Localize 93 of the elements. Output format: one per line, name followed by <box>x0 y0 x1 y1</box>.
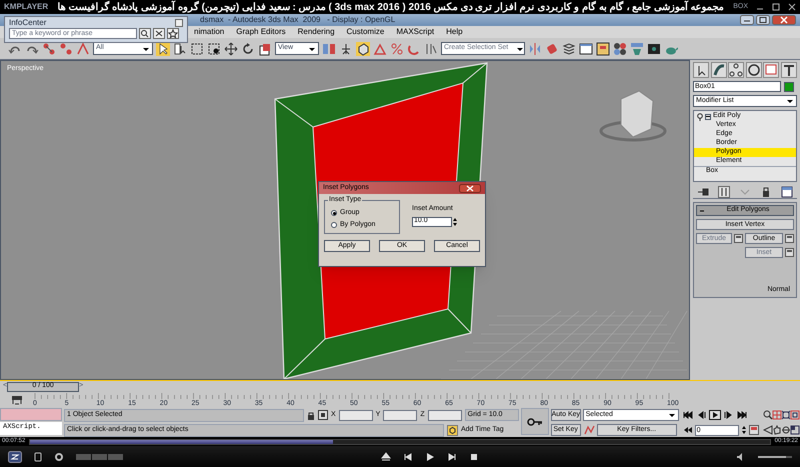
expand-toggle-icon[interactable] <box>705 114 711 120</box>
close-icon[interactable] <box>772 15 796 25</box>
edit-named-selection-icon[interactable] <box>424 42 438 56</box>
region-select-icon[interactable] <box>190 42 204 56</box>
snap-icon[interactable] <box>356 42 370 56</box>
panel-title: InfoCenter <box>9 16 46 28</box>
coordinate-field[interactable] <box>428 410 462 420</box>
settings-icon[interactable] <box>785 234 794 243</box>
close-icon[interactable] <box>459 184 481 192</box>
panel-toggle-icon[interactable] <box>175 18 183 26</box>
previous-icon[interactable] <box>403 452 413 462</box>
hierarchy-icon[interactable] <box>728 62 744 78</box>
viewcube-icon[interactable] <box>600 90 666 142</box>
maximize-viewport-icon[interactable] <box>790 425 800 435</box>
radio-button[interactable] <box>331 210 337 216</box>
set-keys-button[interactable] <box>520 408 549 435</box>
listener-input-field[interactable] <box>0 408 62 421</box>
menu-item[interactable]: Help <box>446 26 463 38</box>
go-to-start-icon[interactable] <box>682 410 693 420</box>
menu-item[interactable]: MAXScript <box>396 26 434 38</box>
settings-icon[interactable] <box>54 452 64 462</box>
field-of-view-icon[interactable] <box>762 425 773 435</box>
orbit-icon[interactable] <box>780 425 791 435</box>
settings-icon[interactable] <box>734 234 743 243</box>
search-icon[interactable] <box>139 28 151 39</box>
link-icon[interactable] <box>42 42 56 56</box>
menu-item[interactable]: Customize <box>346 26 384 38</box>
time-tag-icon[interactable] <box>447 424 458 436</box>
layers-icon[interactable] <box>562 42 576 56</box>
lock-icon[interactable] <box>307 410 315 420</box>
key-mode-toggle-icon[interactable] <box>682 425 693 435</box>
coordinate-field[interactable] <box>383 410 418 420</box>
menu-item[interactable]: Graph Editors <box>236 26 286 38</box>
track-bar-icon[interactable] <box>10 395 22 405</box>
radio-button[interactable] <box>331 222 337 228</box>
configure-sets-icon[interactable] <box>780 186 793 198</box>
pan-hand-icon[interactable] <box>772 425 782 435</box>
previous-key-icon[interactable] <box>696 410 706 420</box>
minimize-icon[interactable] <box>740 15 754 25</box>
zoom-extents-all-icon[interactable] <box>790 410 800 420</box>
zoom-extents-icon[interactable] <box>780 410 791 420</box>
show-end-result-icon[interactable] <box>718 186 730 198</box>
close-icon[interactable] <box>788 3 796 11</box>
window-crossing-icon[interactable] <box>207 42 221 56</box>
stereo-3d-icon[interactable] <box>8 450 22 462</box>
scale-icon[interactable] <box>258 42 272 56</box>
play-icon[interactable] <box>708 410 721 420</box>
select-by-name-icon[interactable] <box>173 42 187 56</box>
light-bulb-icon[interactable] <box>697 112 703 120</box>
menu-item[interactable]: nimation <box>194 26 224 38</box>
cursor-icon[interactable] <box>693 62 709 78</box>
maximize-icon[interactable] <box>772 3 780 11</box>
caret-icon[interactable] <box>786 97 794 105</box>
absolute-mode-icon[interactable] <box>318 410 328 420</box>
next-key-icon[interactable] <box>724 410 734 420</box>
unlink-icon[interactable] <box>59 42 73 56</box>
mode-buttons-icon[interactable] <box>76 454 124 460</box>
playlist-icon[interactable] <box>34 452 42 462</box>
zoom-icon[interactable] <box>762 410 773 420</box>
schematic-view-icon[interactable] <box>596 42 610 56</box>
object-color-swatch[interactable] <box>784 82 794 92</box>
display-icon[interactable] <box>763 62 780 78</box>
key-icon[interactable] <box>526 418 543 426</box>
tools-icon[interactable] <box>153 28 165 39</box>
star-icon[interactable] <box>167 28 179 39</box>
hammer-icon[interactable] <box>780 62 797 78</box>
video-title: مجموعه آموزشی جامع ، گام به گام و کاربردی نرم افزار تری دی مکس 2016 ( 3ds max 2016 ) مدرس : سعید فدایی (تیچرمن) گروه آموزشی پادشاه گرافیست ها <box>56 0 725 14</box>
motion-icon[interactable] <box>746 62 762 78</box>
rendered-frame-icon[interactable] <box>647 42 661 56</box>
bind-icon[interactable] <box>76 42 90 56</box>
move-icon[interactable] <box>224 42 238 56</box>
next-icon[interactable] <box>447 452 457 462</box>
collapse-icon[interactable] <box>699 208 705 214</box>
coordinate-field[interactable] <box>338 410 373 420</box>
eject-icon[interactable] <box>381 452 391 462</box>
menu-item[interactable]: Rendering <box>298 26 335 38</box>
key-tangent-icon[interactable] <box>582 424 595 436</box>
stop-icon[interactable] <box>469 452 479 462</box>
caret-icon[interactable] <box>668 411 676 419</box>
curve-icon[interactable] <box>710 62 727 78</box>
pin-stack-icon[interactable] <box>697 186 710 196</box>
material-editor-icon[interactable] <box>613 42 627 56</box>
manipulate-icon[interactable] <box>339 42 353 56</box>
settings-icon[interactable] <box>785 248 794 257</box>
rotate-icon[interactable] <box>241 42 255 56</box>
time-configuration-icon[interactable] <box>748 425 759 435</box>
play-icon[interactable] <box>425 452 435 462</box>
restore-icon[interactable] <box>756 15 770 25</box>
player-logo: KMPLAYER <box>4 1 48 13</box>
curve-editor-icon[interactable] <box>579 42 593 56</box>
window-title: dsmax - Autodesk 3ds Max 2009 - Display : OpenGL <box>200 14 396 26</box>
percent-snap-icon[interactable] <box>390 42 404 56</box>
go-to-end-icon[interactable] <box>736 410 747 420</box>
